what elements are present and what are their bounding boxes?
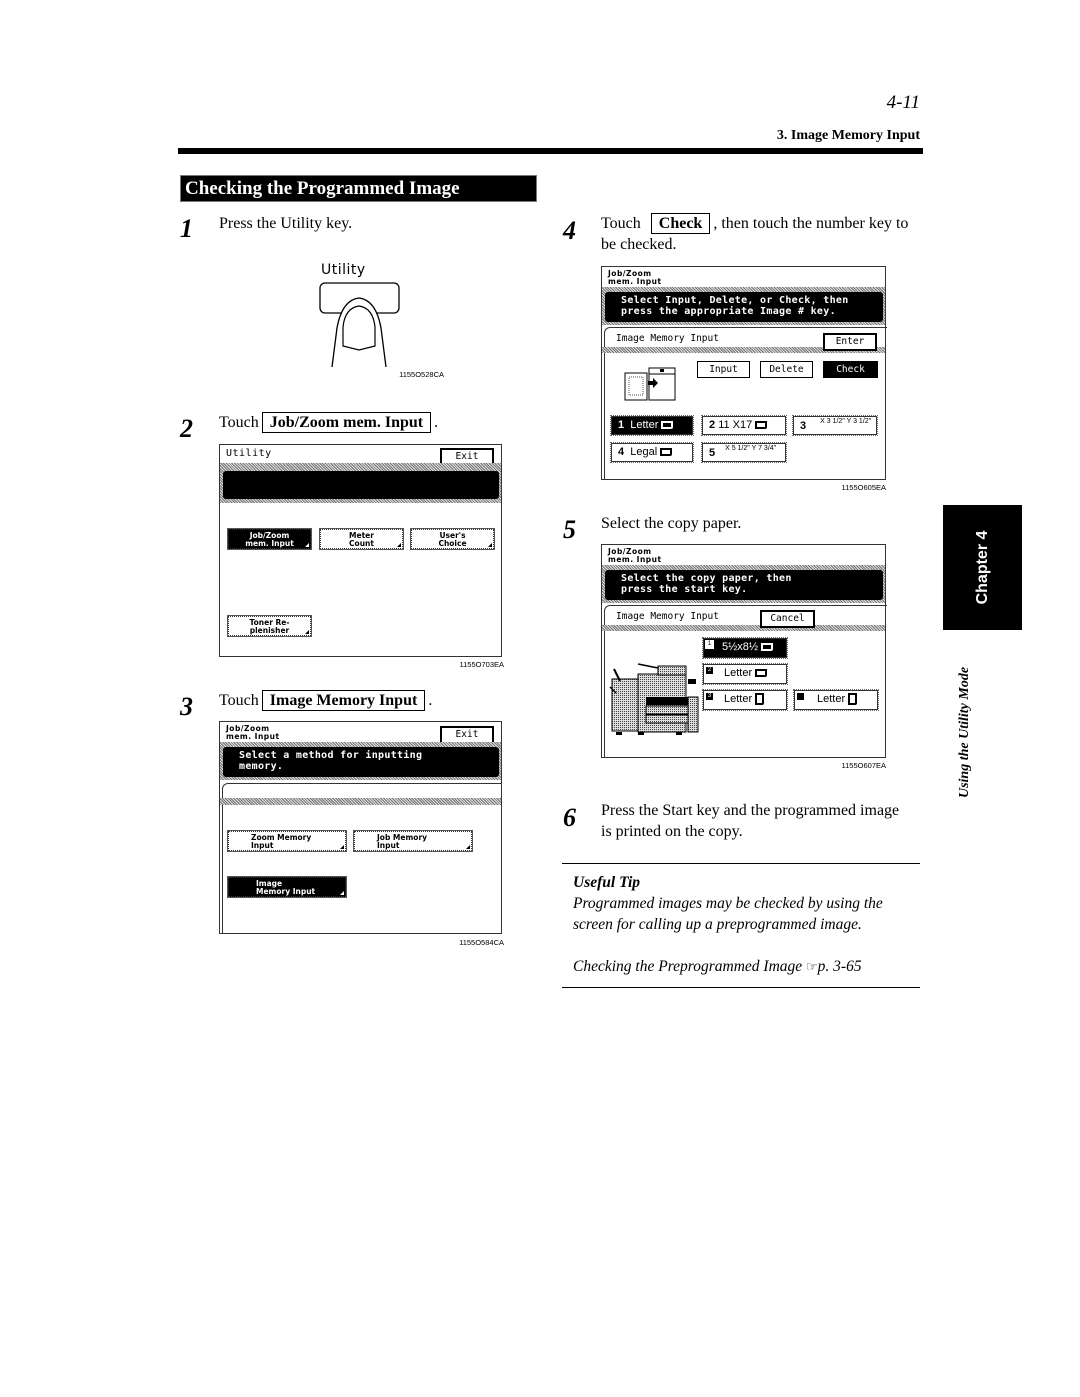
figure-code-4: 1155O605EA bbox=[841, 483, 886, 492]
tip-body: Programmed images may be checked by usin… bbox=[573, 895, 883, 933]
enter-button[interactable]: Enter bbox=[823, 333, 877, 351]
paper-key-tray-1[interactable]: 1 5½x8½ bbox=[702, 637, 788, 659]
screen-title: Job/Zoom mem. Input bbox=[608, 547, 662, 564]
tip-bottom-rule bbox=[562, 987, 920, 988]
step-6-text: Press the Start key and the programmed i… bbox=[601, 802, 900, 840]
tip-top-rule bbox=[562, 863, 920, 864]
figure-code-2: 1155O703EA bbox=[459, 660, 504, 669]
step-4-number: 4 bbox=[563, 216, 576, 245]
figure-code-3: 1155O584CA bbox=[459, 938, 504, 947]
page-title: Checking the Programmed Image bbox=[180, 175, 537, 202]
sub-panel-hatch bbox=[220, 798, 501, 805]
message-bar: Select Input, Delete, or Check, then pres… bbox=[605, 292, 883, 322]
tip-reference-page[interactable]: p. 3-65 bbox=[818, 958, 862, 975]
image-key-4[interactable]: 4 Legal bbox=[610, 442, 694, 463]
step-1-number: 1 bbox=[180, 214, 193, 243]
tray-3-indicator: 3 bbox=[705, 692, 714, 701]
panel-title: Image Memory Input bbox=[616, 611, 719, 622]
landscape-paper-icon bbox=[755, 421, 768, 430]
key-users-choice[interactable]: User's Choice bbox=[410, 528, 495, 550]
step-3-number: 3 bbox=[180, 692, 193, 721]
key-job-zoom-mem-input: Job/Zoom mem. Input bbox=[261, 412, 432, 433]
landscape-paper-icon bbox=[761, 643, 774, 652]
pointing-hand-icon: ☞ bbox=[806, 959, 818, 974]
message-bar: Select the copy paper, then press the sta… bbox=[605, 570, 883, 600]
job-zoom-mem-screen: Job/Zoom mem. Input Exit Select a method … bbox=[219, 721, 502, 934]
paper-key-tray-3[interactable]: 3 Letter bbox=[702, 689, 788, 711]
image-key-5[interactable]: 5X 5 1/2" Y 7 3/4" bbox=[701, 442, 787, 463]
image-key-2[interactable]: 2 11 X17 bbox=[701, 415, 787, 436]
step-5-text: Select the copy paper. bbox=[601, 515, 742, 532]
message-bar: Select a method for inputting memory. bbox=[223, 747, 499, 777]
portrait-paper-icon bbox=[755, 693, 765, 706]
figure-code-1: 1155O528CA bbox=[399, 370, 444, 379]
key-image-memory-input: Image Memory Input bbox=[261, 690, 426, 711]
panel-title: Image Memory Input bbox=[616, 333, 719, 344]
step-4-instruction: Touch Check, then touch the number key to… bbox=[601, 213, 911, 255]
key-zoom-memory-input[interactable]: Zoom Memory Input bbox=[227, 830, 347, 852]
chapter-title: Using the Utility Mode bbox=[957, 666, 972, 799]
period: . bbox=[428, 692, 433, 709]
section-heading: 3. Image Memory Input bbox=[776, 128, 920, 143]
touch-word: Touch bbox=[219, 414, 259, 431]
step-3-instruction: Touch Image Memory Input. bbox=[219, 690, 432, 711]
sub-panel bbox=[222, 783, 502, 934]
landscape-paper-icon bbox=[755, 669, 768, 678]
check-mode-button[interactable]: Check bbox=[823, 361, 878, 378]
key-image-memory-input[interactable]: Image Memory Input bbox=[227, 876, 347, 898]
landscape-paper-icon bbox=[661, 421, 674, 430]
paper-key-lcc[interactable]: Letter bbox=[793, 689, 879, 711]
utility-key-label: Utility bbox=[321, 262, 366, 278]
tray-1-indicator: 1 bbox=[705, 640, 714, 649]
step-6-number: 6 bbox=[563, 803, 576, 832]
message-bar bbox=[223, 471, 499, 499]
step-2-number: 2 bbox=[180, 414, 193, 443]
landscape-paper-icon bbox=[660, 448, 673, 457]
delete-mode-button[interactable]: Delete bbox=[760, 361, 813, 378]
touch-word: Touch bbox=[601, 215, 641, 232]
period: . bbox=[434, 414, 439, 431]
touch-word: Touch bbox=[219, 692, 259, 709]
instruction-rest: , then touch the number key to be checke… bbox=[601, 215, 909, 253]
step-1-text: Press the Utility key. bbox=[219, 215, 353, 232]
paper-key-tray-2[interactable]: 2 Letter bbox=[702, 663, 788, 685]
portrait-paper-icon bbox=[848, 693, 858, 706]
key-job-memory-input[interactable]: Job Memory Input bbox=[353, 830, 473, 852]
image-memory-check-screen: Job/Zoom mem. Input Select Input, Delete,… bbox=[601, 266, 887, 480]
image-key-3[interactable]: 3X 3 1/2" Y 3 1/2" bbox=[792, 415, 878, 436]
chapter-tab: Chapter 4 bbox=[943, 505, 1022, 630]
screen-title: Job/Zoom mem. Input bbox=[226, 724, 280, 741]
tip-heading: Useful Tip bbox=[573, 874, 641, 891]
copier-machine-icon bbox=[609, 663, 699, 735]
image-key-1[interactable]: 1 Letter bbox=[610, 415, 694, 436]
key-meter-count[interactable]: Meter Count bbox=[319, 528, 404, 550]
utility-screen: Utility Exit Job/Zoom mem. Input Meter Cou… bbox=[219, 444, 502, 657]
screen-title: Utility bbox=[226, 448, 272, 459]
copy-paper-screen: Job/Zoom mem. Input Select the copy paper… bbox=[601, 544, 887, 758]
figure-code-5: 1155O607EA bbox=[841, 761, 886, 770]
finger-press-icon bbox=[319, 282, 400, 368]
tip-reference: Checking the Preprogrammed Image ☞p. 3-6… bbox=[573, 956, 918, 977]
page-number: 4-11 bbox=[886, 92, 920, 113]
tip-reference-title: Checking the Preprogrammed Image bbox=[573, 958, 803, 975]
key-check: Check bbox=[650, 213, 711, 234]
panel-hatch bbox=[602, 625, 885, 631]
step-5-number: 5 bbox=[563, 515, 576, 544]
step-2-instruction: Touch Job/Zoom mem. Input. bbox=[219, 412, 438, 433]
tray-2-indicator: 2 bbox=[705, 666, 714, 675]
screen-title: Job/Zoom mem. Input bbox=[608, 269, 662, 286]
header-rule bbox=[178, 148, 923, 154]
lcc-tray-indicator bbox=[796, 692, 805, 701]
cancel-button[interactable]: Cancel bbox=[760, 610, 815, 628]
key-toner-replenisher[interactable]: Toner Re-plenisher bbox=[227, 615, 312, 637]
input-mode-button[interactable]: Input bbox=[697, 361, 750, 378]
key-job-zoom[interactable]: Job/Zoom mem. Input bbox=[227, 528, 312, 550]
scan-to-memory-icon bbox=[624, 367, 676, 401]
